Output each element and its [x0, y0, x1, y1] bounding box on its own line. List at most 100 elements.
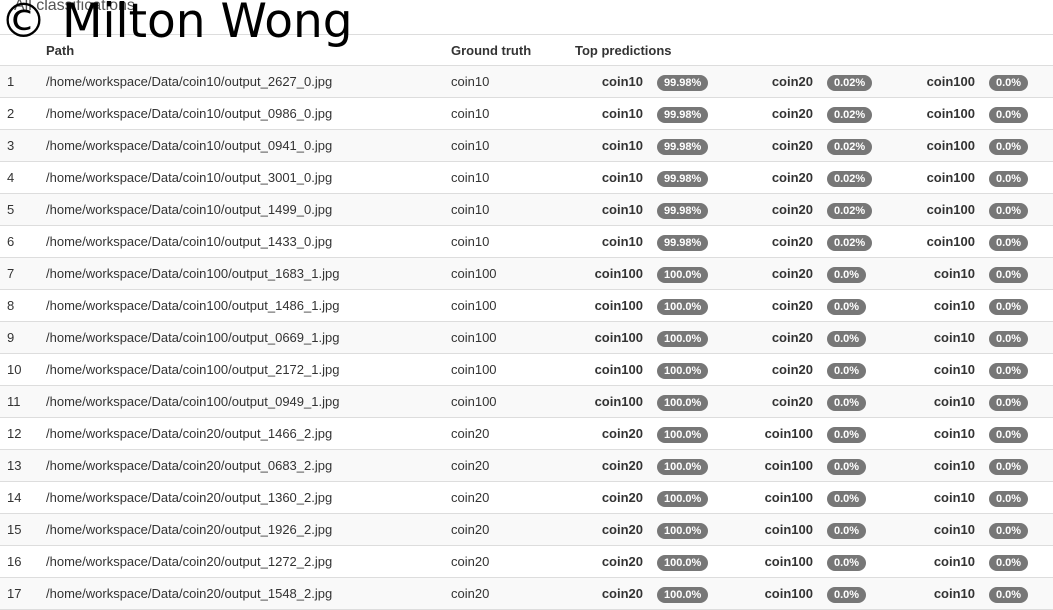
prediction-3-probability-badge: 0.0% [989, 523, 1029, 539]
ground-truth-label: coin20 [451, 554, 490, 569]
row-index: 12 [7, 426, 22, 441]
prediction-1-label: coin100 [594, 298, 643, 313]
image-path: /home/workspace/Data/coin10/output_0986_… [46, 106, 333, 121]
prediction-3-label: coin10 [933, 586, 975, 601]
row-index: 17 [7, 586, 22, 601]
prediction-1-probability-badge: 99.98% [657, 139, 709, 155]
ground-truth-label: coin10 [451, 234, 490, 249]
prediction-3-probability-badge: 0.0% [989, 235, 1029, 251]
ground-truth-label: coin20 [451, 426, 490, 441]
prediction-3-label: coin10 [933, 298, 975, 313]
prediction-2-label: coin100 [764, 586, 813, 601]
prediction-3-label: coin100 [926, 106, 975, 121]
prediction-1-probability-badge: 100.0% [657, 459, 709, 475]
prediction-1-probability-badge: 100.0% [657, 267, 709, 283]
column-header-ground-truth: Ground truth [451, 43, 532, 58]
prediction-3-probability-badge: 0.0% [989, 75, 1029, 91]
prediction-2-label: coin20 [771, 362, 813, 377]
prediction-3-label: coin10 [933, 490, 975, 505]
table-row: 1 /home/workspace/Data/coin10/output_262… [0, 66, 1053, 98]
image-path: /home/workspace/Data/coin100/output_1486… [46, 298, 340, 313]
image-path: /home/workspace/Data/coin20/output_1548_… [46, 586, 333, 601]
image-path: /home/workspace/Data/coin10/output_0941_… [46, 138, 333, 153]
prediction-3-probability-badge: 0.0% [989, 139, 1029, 155]
row-index: 7 [7, 266, 15, 281]
image-path: /home/workspace/Data/coin20/output_1466_… [46, 426, 333, 441]
table-header: Path Ground truth Top predictions [0, 34, 1053, 66]
prediction-2-probability-badge: 0.0% [827, 427, 867, 443]
prediction-1-label: coin100 [594, 394, 643, 409]
prediction-3-probability-badge: 0.0% [989, 171, 1029, 187]
prediction-1-label: coin20 [601, 426, 643, 441]
ground-truth-label: coin100 [451, 298, 497, 313]
row-index: 11 [7, 394, 21, 409]
image-path: /home/workspace/Data/coin100/output_1683… [46, 266, 340, 281]
table-row: 8 /home/workspace/Data/coin100/output_14… [0, 290, 1053, 322]
ground-truth-label: coin10 [451, 74, 490, 89]
prediction-2-probability-badge: 0.0% [827, 587, 867, 603]
prediction-1-label: coin100 [594, 362, 643, 377]
prediction-2-label: coin20 [771, 394, 813, 409]
ground-truth-label: coin20 [451, 522, 490, 537]
prediction-2-probability-badge: 0.0% [827, 267, 867, 283]
prediction-1-label: coin10 [601, 106, 643, 121]
image-path: /home/workspace/Data/coin100/output_0949… [46, 394, 340, 409]
prediction-2-label: coin20 [771, 234, 813, 249]
prediction-3-label: coin100 [926, 74, 975, 89]
prediction-1-probability-badge: 100.0% [657, 555, 709, 571]
ground-truth-label: coin10 [451, 106, 490, 121]
prediction-3-label: coin100 [926, 138, 975, 153]
table-row: 17 /home/workspace/Data/coin20/output_15… [0, 578, 1053, 610]
prediction-2-probability-badge: 0.0% [827, 523, 867, 539]
prediction-2-label: coin100 [764, 490, 813, 505]
image-path: /home/workspace/Data/coin10/output_1499_… [46, 202, 333, 217]
image-path: /home/workspace/Data/coin100/output_2172… [46, 362, 340, 377]
row-index: 1 [7, 74, 15, 89]
prediction-2-probability-badge: 0.0% [827, 299, 867, 315]
prediction-2-label: coin20 [771, 106, 813, 121]
prediction-3-probability-badge: 0.0% [989, 427, 1029, 443]
prediction-2-label: coin20 [771, 170, 813, 185]
table-row: 9 /home/workspace/Data/coin100/output_06… [0, 322, 1053, 354]
table-row: 11 /home/workspace/Data/coin100/output_0… [0, 386, 1053, 418]
prediction-2-probability-badge: 0.02% [827, 171, 873, 187]
prediction-3-probability-badge: 0.0% [989, 107, 1029, 123]
prediction-1-label: coin100 [594, 266, 643, 281]
prediction-3-probability-badge: 0.0% [989, 587, 1029, 603]
ground-truth-label: coin100 [451, 330, 497, 345]
ground-truth-label: coin10 [451, 202, 490, 217]
prediction-1-probability-badge: 100.0% [657, 427, 709, 443]
table-row: 6 /home/workspace/Data/coin10/output_143… [0, 226, 1053, 258]
prediction-3-label: coin100 [926, 234, 975, 249]
prediction-3-probability-badge: 0.0% [989, 555, 1029, 571]
prediction-2-probability-badge: 0.0% [827, 395, 867, 411]
prediction-2-label: coin20 [771, 298, 813, 313]
table-row: 4 /home/workspace/Data/coin10/output_300… [0, 162, 1053, 194]
image-path: /home/workspace/Data/coin10/output_2627_… [46, 74, 333, 89]
prediction-2-probability-badge: 0.02% [827, 235, 873, 251]
prediction-3-probability-badge: 0.0% [989, 267, 1029, 283]
prediction-1-label: coin10 [601, 234, 643, 249]
prediction-2-probability-badge: 0.0% [827, 491, 867, 507]
prediction-1-label: coin20 [601, 586, 643, 601]
prediction-1-probability-badge: 100.0% [657, 491, 709, 507]
row-index: 5 [7, 202, 15, 217]
prediction-1-label: coin20 [601, 554, 643, 569]
prediction-3-label: coin10 [933, 266, 975, 281]
column-header-path: Path [46, 43, 75, 58]
table-row: 2 /home/workspace/Data/coin10/output_098… [0, 98, 1053, 130]
row-index: 10 [7, 362, 22, 377]
prediction-1-probability-badge: 100.0% [657, 299, 709, 315]
ground-truth-label: coin20 [451, 490, 490, 505]
ground-truth-label: coin10 [451, 170, 490, 185]
image-path: /home/workspace/Data/coin20/output_1360_… [46, 490, 333, 505]
ground-truth-label: coin20 [451, 458, 490, 473]
row-index: 3 [7, 138, 15, 153]
prediction-3-probability-badge: 0.0% [989, 491, 1029, 507]
prediction-1-probability-badge: 100.0% [657, 523, 709, 539]
prediction-2-label: coin20 [771, 330, 813, 345]
classification-table-body: 1 /home/workspace/Data/coin10/output_262… [0, 66, 1053, 610]
table-row: 3 /home/workspace/Data/coin10/output_094… [0, 130, 1053, 162]
table-row: 13 /home/workspace/Data/coin20/output_06… [0, 450, 1053, 482]
prediction-2-label: coin20 [771, 138, 813, 153]
